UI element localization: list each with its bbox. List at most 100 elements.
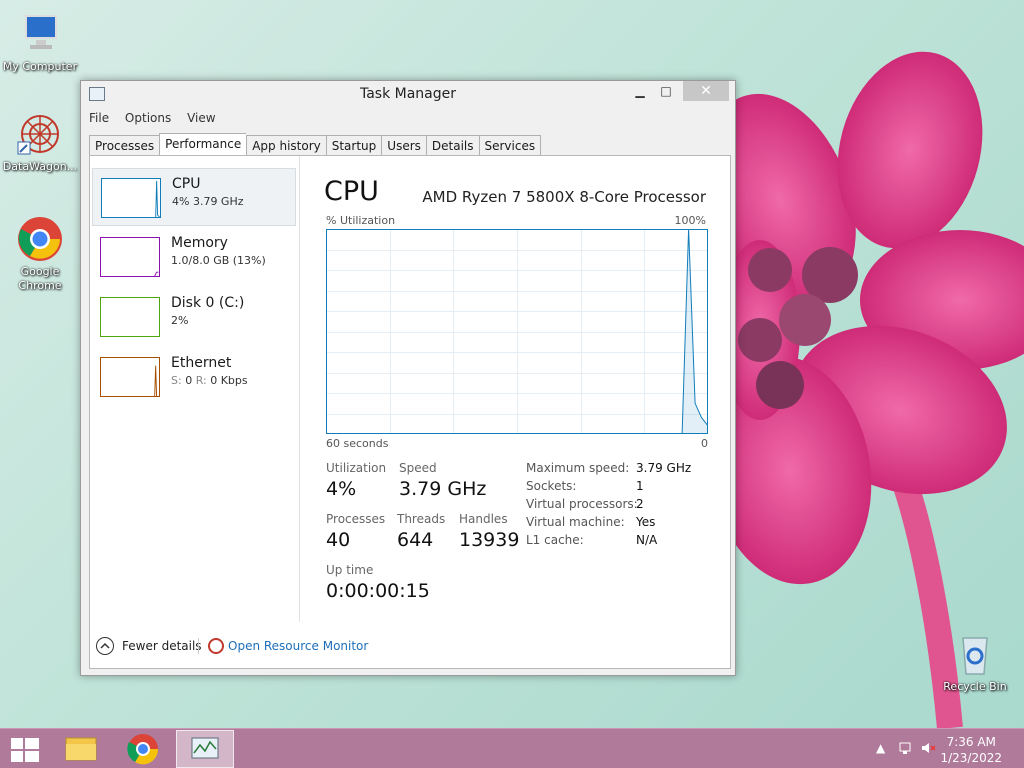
handles-label: Handles xyxy=(459,512,508,526)
desktop-icon-label: DataWagon... xyxy=(2,160,78,173)
utilization-axis-label: % Utilization xyxy=(326,214,396,227)
graph-grid xyxy=(326,229,708,434)
resource-name: Disk 0 (C:) xyxy=(171,295,245,311)
threads-value: 644 xyxy=(397,529,434,551)
resource-name: Memory xyxy=(171,235,228,251)
speaker-muted-icon[interactable] xyxy=(920,741,936,758)
footer-bar: Fewer details Open Resource Monitor xyxy=(90,624,730,668)
receive-label: R: xyxy=(195,374,207,387)
folder-icon xyxy=(65,737,97,761)
tab-app-history[interactable]: App history xyxy=(246,135,326,156)
resource-name: CPU xyxy=(172,176,201,192)
chevron-up-icon[interactable] xyxy=(96,637,114,655)
maximize-button[interactable]: □ xyxy=(653,81,679,101)
spec-key: Virtual processors: xyxy=(526,497,638,511)
tab-processes[interactable]: Processes xyxy=(89,135,160,156)
performance-panel: CPU 4% 3.79 GHz Memory 1.0/8.0 GB (13%) … xyxy=(89,155,731,669)
spec-value: N/A xyxy=(636,533,658,547)
threads-label: Threads xyxy=(397,512,446,526)
utilization-label: Utilization xyxy=(326,461,387,475)
clock-time: 7:36 AM xyxy=(946,735,996,749)
tab-performance[interactable]: Performance xyxy=(159,133,247,157)
spec-value: 3.79 GHz xyxy=(636,461,692,475)
utilization-value: 4% xyxy=(326,478,357,500)
resource-summary: 2% xyxy=(171,314,189,327)
time-axis-end: 0 xyxy=(701,437,708,450)
start-button[interactable] xyxy=(0,730,58,768)
uptime-value: 0:00:00:15 xyxy=(326,580,430,602)
speed-value: 3.79 GHz xyxy=(399,478,487,500)
show-hidden-icons[interactable]: ▲ xyxy=(876,741,885,755)
spec-key: L1 cache: xyxy=(526,533,584,547)
memory-mini-graph xyxy=(100,237,160,277)
disk-mini-graph xyxy=(100,297,160,337)
tab-details[interactable]: Details xyxy=(425,135,479,156)
utilization-max-label: 100% xyxy=(674,214,706,227)
resource-list: CPU 4% 3.79 GHz Memory 1.0/8.0 GB (13%) … xyxy=(90,156,300,622)
processes-value: 40 xyxy=(326,529,351,551)
chrome-icon xyxy=(16,215,64,263)
desktop-icon-label: Google Chrome xyxy=(18,265,62,292)
desktop-icon-label: Recycle Bin xyxy=(943,680,1007,693)
close-button[interactable]: ✕ xyxy=(683,81,729,101)
handles-value: 13939 xyxy=(459,529,520,551)
taskbar-file-explorer[interactable] xyxy=(52,730,110,768)
resource-item-ethernet[interactable]: Ethernet S: 0 R: 0 Kbps xyxy=(92,348,296,406)
taskbar: ▲ 7:36 AM 1/23/2022 xyxy=(0,728,1024,768)
spec-value: 2 xyxy=(636,497,644,511)
resource-item-memory[interactable]: Memory 1.0/8.0 GB (13%) xyxy=(92,228,296,286)
resource-summary: 4% 3.79 GHz xyxy=(172,195,244,208)
desktop-icon-recycle-bin[interactable]: Recycle Bin xyxy=(935,630,1015,694)
cpu-details: CPU AMD Ryzen 7 5800X 8-Core Processor %… xyxy=(308,156,726,622)
resource-item-disk[interactable]: Disk 0 (C:) 2% xyxy=(92,288,296,346)
taskbar-chrome[interactable] xyxy=(114,730,172,768)
resource-item-cpu[interactable]: CPU 4% 3.79 GHz xyxy=(92,168,296,226)
system-clock[interactable]: 7:36 AM 1/23/2022 xyxy=(940,734,1002,766)
menu-view[interactable]: View xyxy=(187,107,215,129)
title-bar[interactable]: Task Manager ▁ □ ✕ xyxy=(81,81,735,107)
recycle-bin-icon xyxy=(951,630,999,678)
speed-label: Speed xyxy=(399,461,437,475)
resource-monitor-icon xyxy=(208,638,224,654)
resource-summary: S: 0 R: 0 Kbps xyxy=(171,374,248,387)
spec-value: Yes xyxy=(636,515,656,529)
menu-options[interactable]: Options xyxy=(125,107,171,129)
spec-key: Virtual machine: xyxy=(526,515,625,529)
network-icon[interactable] xyxy=(898,741,914,758)
time-axis-start: 60 seconds xyxy=(326,437,389,450)
cpu-model-name: AMD Ryzen 7 5800X 8-Core Processor xyxy=(422,188,706,206)
windows-logo-icon xyxy=(11,738,39,762)
menu-bar: File Options View xyxy=(81,107,735,129)
desktop-icon-datawagon[interactable]: DataWagon... xyxy=(0,110,80,174)
open-resource-monitor-link[interactable]: Open Resource Monitor xyxy=(228,639,368,653)
send-value: 0 xyxy=(185,374,193,387)
chrome-icon xyxy=(127,734,159,765)
desktop-icon-my-computer[interactable]: My Computer xyxy=(0,10,80,74)
task-manager-window: Task Manager ▁ □ ✕ File Options View Pro… xyxy=(80,80,736,676)
spec-key: Maximum speed: xyxy=(526,461,630,475)
desktop-icon-label: My Computer xyxy=(2,60,78,73)
resource-summary: 1.0/8.0 GB (13%) xyxy=(171,254,266,267)
resource-name: Ethernet xyxy=(171,355,232,371)
processes-label: Processes xyxy=(326,512,386,526)
datawagon-icon xyxy=(16,110,64,158)
cpu-heading: CPU xyxy=(324,176,379,207)
minimize-button[interactable]: ▁ xyxy=(627,81,653,101)
ethernet-mini-graph xyxy=(100,357,160,397)
tab-users[interactable]: Users xyxy=(381,135,426,156)
taskbar-task-manager[interactable] xyxy=(176,730,234,768)
cpu-utilization-graph xyxy=(326,229,708,434)
tab-bar: Processes Performance App history Startu… xyxy=(89,133,542,157)
tab-startup[interactable]: Startup xyxy=(325,135,382,156)
cpu-mini-graph xyxy=(101,178,161,218)
clock-date: 1/23/2022 xyxy=(940,751,1002,765)
uptime-label: Up time xyxy=(326,563,374,577)
receive-value: 0 Kbps xyxy=(210,374,248,387)
spec-value: 1 xyxy=(636,479,644,493)
desktop-icon-google-chrome[interactable]: Google Chrome xyxy=(0,215,80,293)
fewer-details-button[interactable]: Fewer details xyxy=(122,639,202,653)
menu-file[interactable]: File xyxy=(89,107,109,129)
tab-services[interactable]: Services xyxy=(478,135,542,156)
send-label: S: xyxy=(171,374,182,387)
task-manager-icon xyxy=(191,737,219,759)
